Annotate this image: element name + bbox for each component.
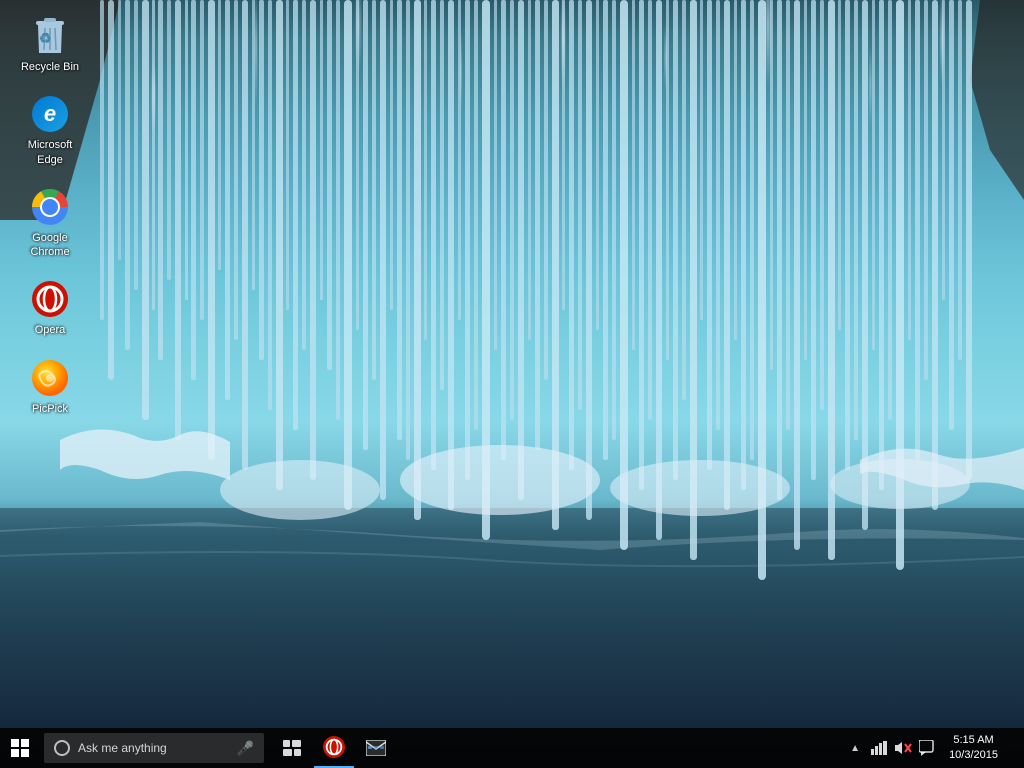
start-button[interactable] bbox=[0, 728, 40, 768]
opera-icon-item[interactable]: Opera bbox=[10, 273, 90, 343]
win-tile-2 bbox=[21, 739, 29, 747]
edge-label: Microsoft Edge bbox=[14, 138, 86, 167]
task-view-icon bbox=[283, 740, 301, 756]
picpick-label: PicPick bbox=[32, 402, 68, 416]
edge-icon-shape: e bbox=[32, 96, 68, 132]
taskbar-right: ▲ bbox=[845, 728, 1024, 768]
speech-bubble-icon bbox=[919, 740, 935, 756]
desktop: ♻ Recycle Bin e Microsoft Edge bbox=[0, 0, 1024, 768]
clock[interactable]: 5:15 AM 10/3/2015 bbox=[941, 728, 1006, 768]
mail-taskbar-icon bbox=[366, 740, 386, 756]
clock-date: 10/3/2015 bbox=[949, 748, 998, 763]
win-tile-3 bbox=[11, 749, 19, 757]
chrome-image bbox=[30, 187, 70, 227]
edge-image: e bbox=[30, 94, 70, 134]
picpick-icon-item[interactable]: PicPick bbox=[10, 352, 90, 422]
clock-time: 5:15 AM bbox=[953, 733, 993, 748]
chrome-label: Google Chrome bbox=[14, 231, 86, 260]
recycle-bin-label: Recycle Bin bbox=[21, 60, 79, 74]
win-tile-1 bbox=[11, 739, 19, 747]
recycle-bin-icon-item[interactable]: ♻ Recycle Bin bbox=[10, 10, 90, 80]
opera-image bbox=[30, 279, 70, 319]
svg-text:♻: ♻ bbox=[39, 30, 52, 46]
opera-taskbar-icon bbox=[323, 736, 345, 758]
google-chrome-icon-item[interactable]: Google Chrome bbox=[10, 181, 90, 266]
picpick-image bbox=[30, 358, 70, 398]
taskbar-middle bbox=[272, 728, 845, 768]
mail-taskbar-button[interactable] bbox=[356, 728, 396, 768]
network-icon[interactable] bbox=[869, 733, 889, 763]
taskbar: Ask me anything 🎤 bbox=[0, 728, 1024, 768]
tray-chevron[interactable]: ▲ bbox=[845, 733, 865, 763]
volume-muted-icon bbox=[894, 741, 912, 755]
search-bar[interactable]: Ask me anything 🎤 bbox=[44, 733, 264, 763]
task-view-button[interactable] bbox=[272, 728, 312, 768]
opera-label: Opera bbox=[35, 323, 66, 337]
win-tile-4 bbox=[21, 749, 29, 757]
opera-taskbar-button[interactable] bbox=[314, 728, 354, 768]
search-circle-icon bbox=[54, 740, 70, 756]
windows-logo bbox=[11, 739, 29, 757]
network-bars-icon bbox=[871, 741, 887, 755]
microphone-icon[interactable]: 🎤 bbox=[237, 740, 254, 757]
microsoft-edge-icon-item[interactable]: e Microsoft Edge bbox=[10, 88, 90, 173]
water-reflection bbox=[0, 508, 1024, 728]
recycle-bin-image: ♻ bbox=[30, 16, 70, 56]
desktop-icons: ♻ Recycle Bin e Microsoft Edge bbox=[10, 10, 90, 422]
search-text: Ask me anything bbox=[78, 741, 231, 755]
show-desktop-button[interactable] bbox=[1010, 728, 1018, 768]
volume-icon[interactable] bbox=[893, 733, 913, 763]
notification-icon[interactable] bbox=[917, 733, 937, 763]
